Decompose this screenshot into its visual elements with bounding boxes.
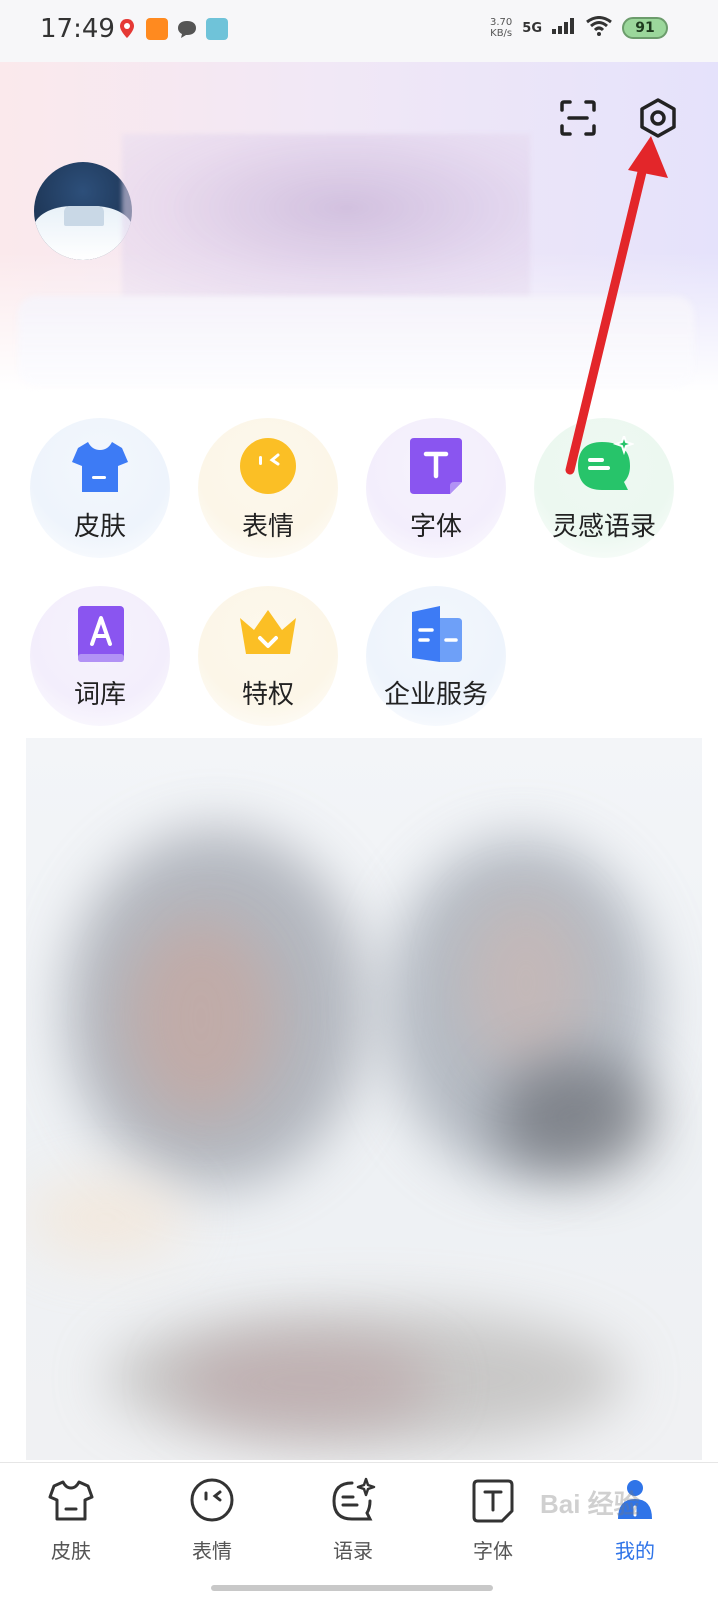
feature-inspiration-label: 灵感语录 [551, 512, 656, 542]
inspiration-quote-icon [578, 436, 634, 490]
feature-inspiration[interactable]: 灵感语录 [534, 418, 674, 558]
feature-emoji-label: 表情 [241, 512, 294, 542]
watermark: Bai 经验 [540, 1489, 640, 1519]
home-indicator[interactable] [211, 1585, 493, 1591]
feature-privilege-label: 特权 [241, 680, 294, 710]
net-speed-unit: KB/s [490, 28, 513, 39]
feature-privilege[interactable]: 特权 [198, 586, 338, 726]
app-icon [146, 18, 168, 40]
status-right: 3.70 KB/s 5G 91 [490, 16, 668, 40]
settings-icon [640, 98, 676, 138]
feature-emoji[interactable]: 表情 [198, 418, 338, 558]
banner-blur-shape [496, 1058, 656, 1178]
nav-font[interactable]: 字体 [448, 1477, 538, 1577]
nav-emoji[interactable]: 表情 [167, 1477, 257, 1577]
feature-skin-label: 皮肤 [73, 512, 126, 542]
settings-button[interactable] [636, 96, 680, 140]
blurred-user-info [122, 134, 530, 298]
privilege-crown-icon [240, 610, 296, 654]
maps-icon [116, 18, 138, 40]
blurred-member-card[interactable] [18, 296, 694, 386]
nav-quote-label: 语录 [333, 1539, 373, 1563]
skin-tshirt-icon [48, 1480, 94, 1521]
status-bar: 17:49 3.70 KB/s 5G 91 [0, 0, 718, 62]
feature-enterprise-label: 企业服务 [383, 680, 488, 710]
feature-font-label: 字体 [409, 512, 462, 542]
quote-icon [332, 1477, 376, 1521]
banner-blur-shape [176, 1338, 436, 1428]
nav-quote[interactable]: 语录 [308, 1477, 398, 1577]
avatar-house [64, 206, 104, 226]
nav-emoji-label: 表情 [192, 1539, 232, 1563]
nav-font-label: 字体 [473, 1539, 513, 1563]
message-icon [176, 18, 198, 40]
signal-icon [552, 18, 576, 38]
feature-enterprise[interactable]: 企业服务 [366, 586, 506, 726]
game-icon [206, 18, 228, 40]
emoji-face-icon [240, 438, 296, 494]
notification-icons [116, 18, 228, 40]
scan-icon [560, 100, 596, 136]
feature-dictionary[interactable]: 词库 [30, 586, 170, 726]
nav-skin-label: 皮肤 [51, 1539, 91, 1563]
dictionary-a-icon [78, 606, 124, 662]
enterprise-building-icon [412, 606, 462, 662]
skin-tshirt-icon [72, 442, 128, 492]
emoji-face-icon [190, 1478, 234, 1522]
nav-skin[interactable]: 皮肤 [26, 1477, 116, 1577]
wifi-icon [586, 16, 612, 40]
battery-indicator: 91 [622, 17, 668, 39]
network-type: 5G [522, 20, 542, 36]
scan-button[interactable] [556, 96, 600, 140]
feature-dictionary-label: 词库 [73, 680, 126, 710]
feature-font[interactable]: 字体 [366, 418, 506, 558]
net-speed-value: 3.70 [490, 17, 513, 28]
status-time: 17:49 [40, 14, 115, 44]
banner-blur-shape [126, 918, 276, 1118]
banner-blur-shape [26, 1178, 186, 1258]
nav-profile-label: 我的 [615, 1539, 655, 1563]
font-t-icon [472, 1479, 514, 1523]
banner-blur-shape [466, 898, 586, 1068]
feature-skin[interactable]: 皮肤 [30, 418, 170, 558]
font-t-icon [410, 438, 462, 494]
avatar[interactable] [34, 162, 132, 260]
blurred-banner[interactable] [26, 738, 702, 1460]
bottom-navigation: 皮肤 表情 语录 字体 我的 [0, 1462, 718, 1600]
net-speed: 3.70 KB/s [490, 17, 512, 39]
